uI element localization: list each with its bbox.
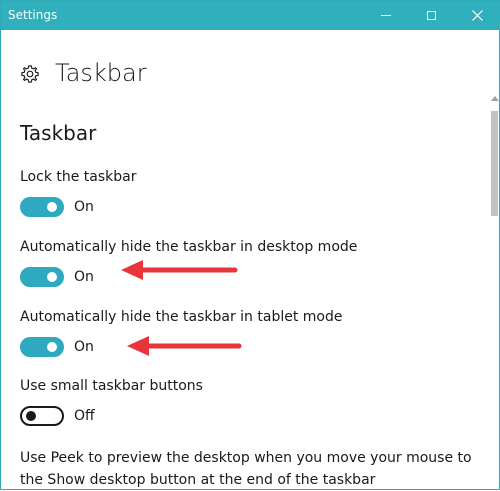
- window-title: Settings: [8, 8, 58, 22]
- annotation-arrow-icon: [127, 336, 242, 356]
- maximize-button[interactable]: [409, 1, 454, 30]
- vertical-scrollbar[interactable]: [489, 91, 500, 491]
- setting-label-autohide-tablet: Automatically hide the taskbar in tablet…: [20, 309, 343, 325]
- toggle-state-small-buttons: Off: [74, 408, 95, 424]
- toggle-lock-taskbar[interactable]: [20, 197, 64, 217]
- toggle-knob: [47, 272, 57, 282]
- gear-icon: [21, 65, 39, 83]
- minimize-icon: [380, 15, 391, 16]
- section-title: Taskbar: [20, 121, 97, 145]
- close-button[interactable]: [455, 1, 500, 30]
- minimize-button[interactable]: [363, 1, 408, 30]
- toggle-autohide-desktop[interactable]: [20, 267, 64, 287]
- scroll-thumb[interactable]: [491, 111, 498, 216]
- setting-label-lock-taskbar: Lock the taskbar: [20, 169, 137, 185]
- toggle-small-buttons[interactable]: [20, 406, 64, 426]
- title-bar[interactable]: Settings: [1, 1, 500, 30]
- toggle-knob: [47, 202, 57, 212]
- setting-label-peek: Use Peek to preview the desktop when you…: [20, 450, 472, 488]
- toggle-knob: [26, 411, 36, 421]
- settings-window: Settings Taskbar Taskbar Lock the taskba…: [0, 0, 500, 490]
- toggle-state-autohide-tablet: On: [74, 339, 94, 355]
- maximize-icon: [427, 11, 436, 20]
- toggle-state-autohide-desktop: On: [74, 269, 94, 285]
- toggle-state-lock-taskbar: On: [74, 199, 94, 215]
- close-icon: [472, 10, 483, 21]
- page-title: Taskbar: [55, 59, 147, 87]
- toggle-knob: [47, 342, 57, 352]
- annotation-arrow-icon: [121, 260, 238, 280]
- toggle-autohide-tablet[interactable]: [20, 337, 64, 357]
- setting-label-small-buttons: Use small taskbar buttons: [20, 378, 203, 394]
- setting-label-autohide-desktop: Automatically hide the taskbar in deskto…: [20, 239, 358, 255]
- scroll-up-icon[interactable]: [491, 96, 499, 101]
